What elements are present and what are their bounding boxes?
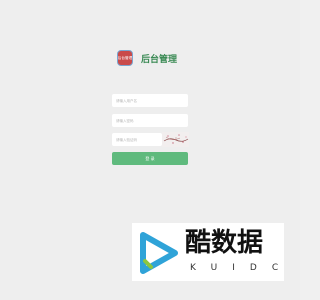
logo-icon: 后台管理 <box>117 50 133 66</box>
captcha-image[interactable] <box>162 132 189 147</box>
logo-text: 后台管理 <box>117 55 133 60</box>
brand-header: 后台管理 后台管理 <box>117 50 177 66</box>
watermark-text: 酷数据 <box>185 228 264 258</box>
play-logo-icon <box>140 232 178 274</box>
username-input[interactable] <box>112 94 188 107</box>
password-input[interactable] <box>112 114 188 127</box>
watermark-subtext: KUIDC <box>190 263 294 273</box>
page-title: 后台管理 <box>141 54 178 65</box>
captcha-input[interactable] <box>112 133 162 146</box>
login-button[interactable]: 登 录 <box>112 152 188 165</box>
login-page: 后台管理 后台管理 登 录 酷数据 KUIDC <box>0 0 300 300</box>
captcha-pattern-icon <box>163 134 189 144</box>
watermark-logo: 酷数据 KUIDC <box>132 223 284 281</box>
